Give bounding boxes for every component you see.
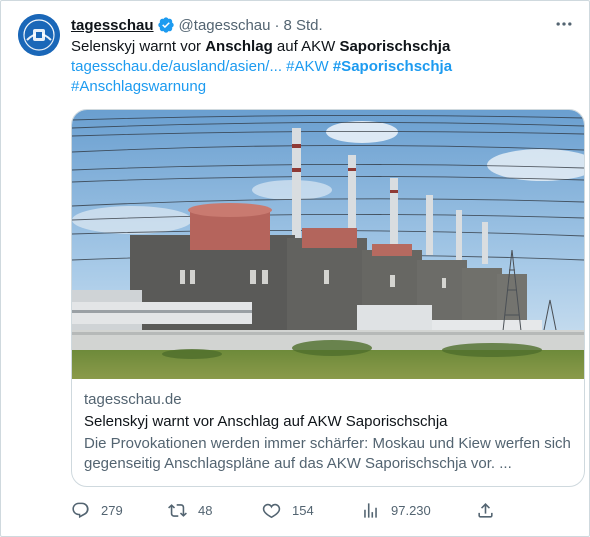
like-count: 154 [292, 502, 314, 518]
views-count: 97.230 [391, 502, 431, 518]
retweet-count: 48 [198, 502, 213, 518]
like-button[interactable]: 154 [262, 498, 314, 522]
more-options-button[interactable] [552, 14, 576, 34]
author-handle[interactable]: @tagesschau [179, 17, 271, 34]
card-domain: tagesschau.de [84, 391, 182, 408]
reply-count: 279 [101, 502, 123, 518]
views-chart-icon [364, 502, 377, 518]
separator-dot: · [274, 16, 280, 34]
views-button[interactable]: 97.230 [361, 498, 431, 522]
hashtag-saporischschja[interactable]: #Saporischschja [333, 58, 452, 75]
heart-icon [262, 503, 281, 518]
tagesschau-logo-icon [18, 14, 60, 56]
text-segment: Selenskyj warnt vor [71, 38, 206, 55]
tweet-text: Selenskyj warnt vor Anschlag auf AKW Sap… [71, 37, 576, 97]
nuclear-plant-photo [72, 110, 584, 379]
verified-badge-icon [157, 17, 174, 33]
author-name[interactable]: tagesschau [71, 17, 154, 34]
tweet-timestamp[interactable]: 8 Std. [284, 17, 323, 34]
tweet-text-line-2: tagesschau.de/ausland/asien/... #AKW #Sa… [71, 57, 576, 77]
reply-icon [72, 502, 89, 518]
tweet-header: tagesschau @tagesschau · 8 Std. [71, 15, 323, 35]
share-icon [478, 502, 493, 518]
reply-button[interactable]: 279 [71, 498, 123, 522]
card-title: Selenskyj warnt vor Anschlag auf AKW Sap… [84, 413, 448, 430]
share-button[interactable] [476, 498, 495, 522]
retweet-icon [168, 503, 187, 517]
avatar[interactable] [18, 14, 60, 56]
link-preview-card[interactable]: tagesschau.de Selenskyj warnt vor Anschl… [71, 109, 585, 487]
tweet-text-line-3: #Anschlagswarnung [71, 77, 576, 97]
text-segment: auf AKW [272, 38, 340, 55]
hashtag-anschlagswarnung[interactable]: #Anschlagswarnung [71, 78, 206, 95]
retweet-button[interactable]: 48 [168, 498, 212, 522]
card-description: Die Provokationen werden immer schärfer:… [84, 435, 571, 472]
text-segment-bold: Anschlag [205, 38, 273, 55]
text-segment-bold: Saporischschja [339, 38, 451, 55]
card-image[interactable] [72, 110, 584, 379]
article-link[interactable]: tagesschau.de/ausland/asien/... [71, 58, 282, 75]
hashtag-akw[interactable]: #AKW [286, 58, 329, 75]
ellipsis-icon [556, 22, 572, 26]
card-body: tagesschau.de Selenskyj warnt vor Anschl… [84, 390, 574, 474]
tweet-text-line-1: Selenskyj warnt vor Anschlag auf AKW Sap… [71, 37, 576, 57]
tweet-actions: 279 48 154 97.230 [71, 498, 501, 522]
